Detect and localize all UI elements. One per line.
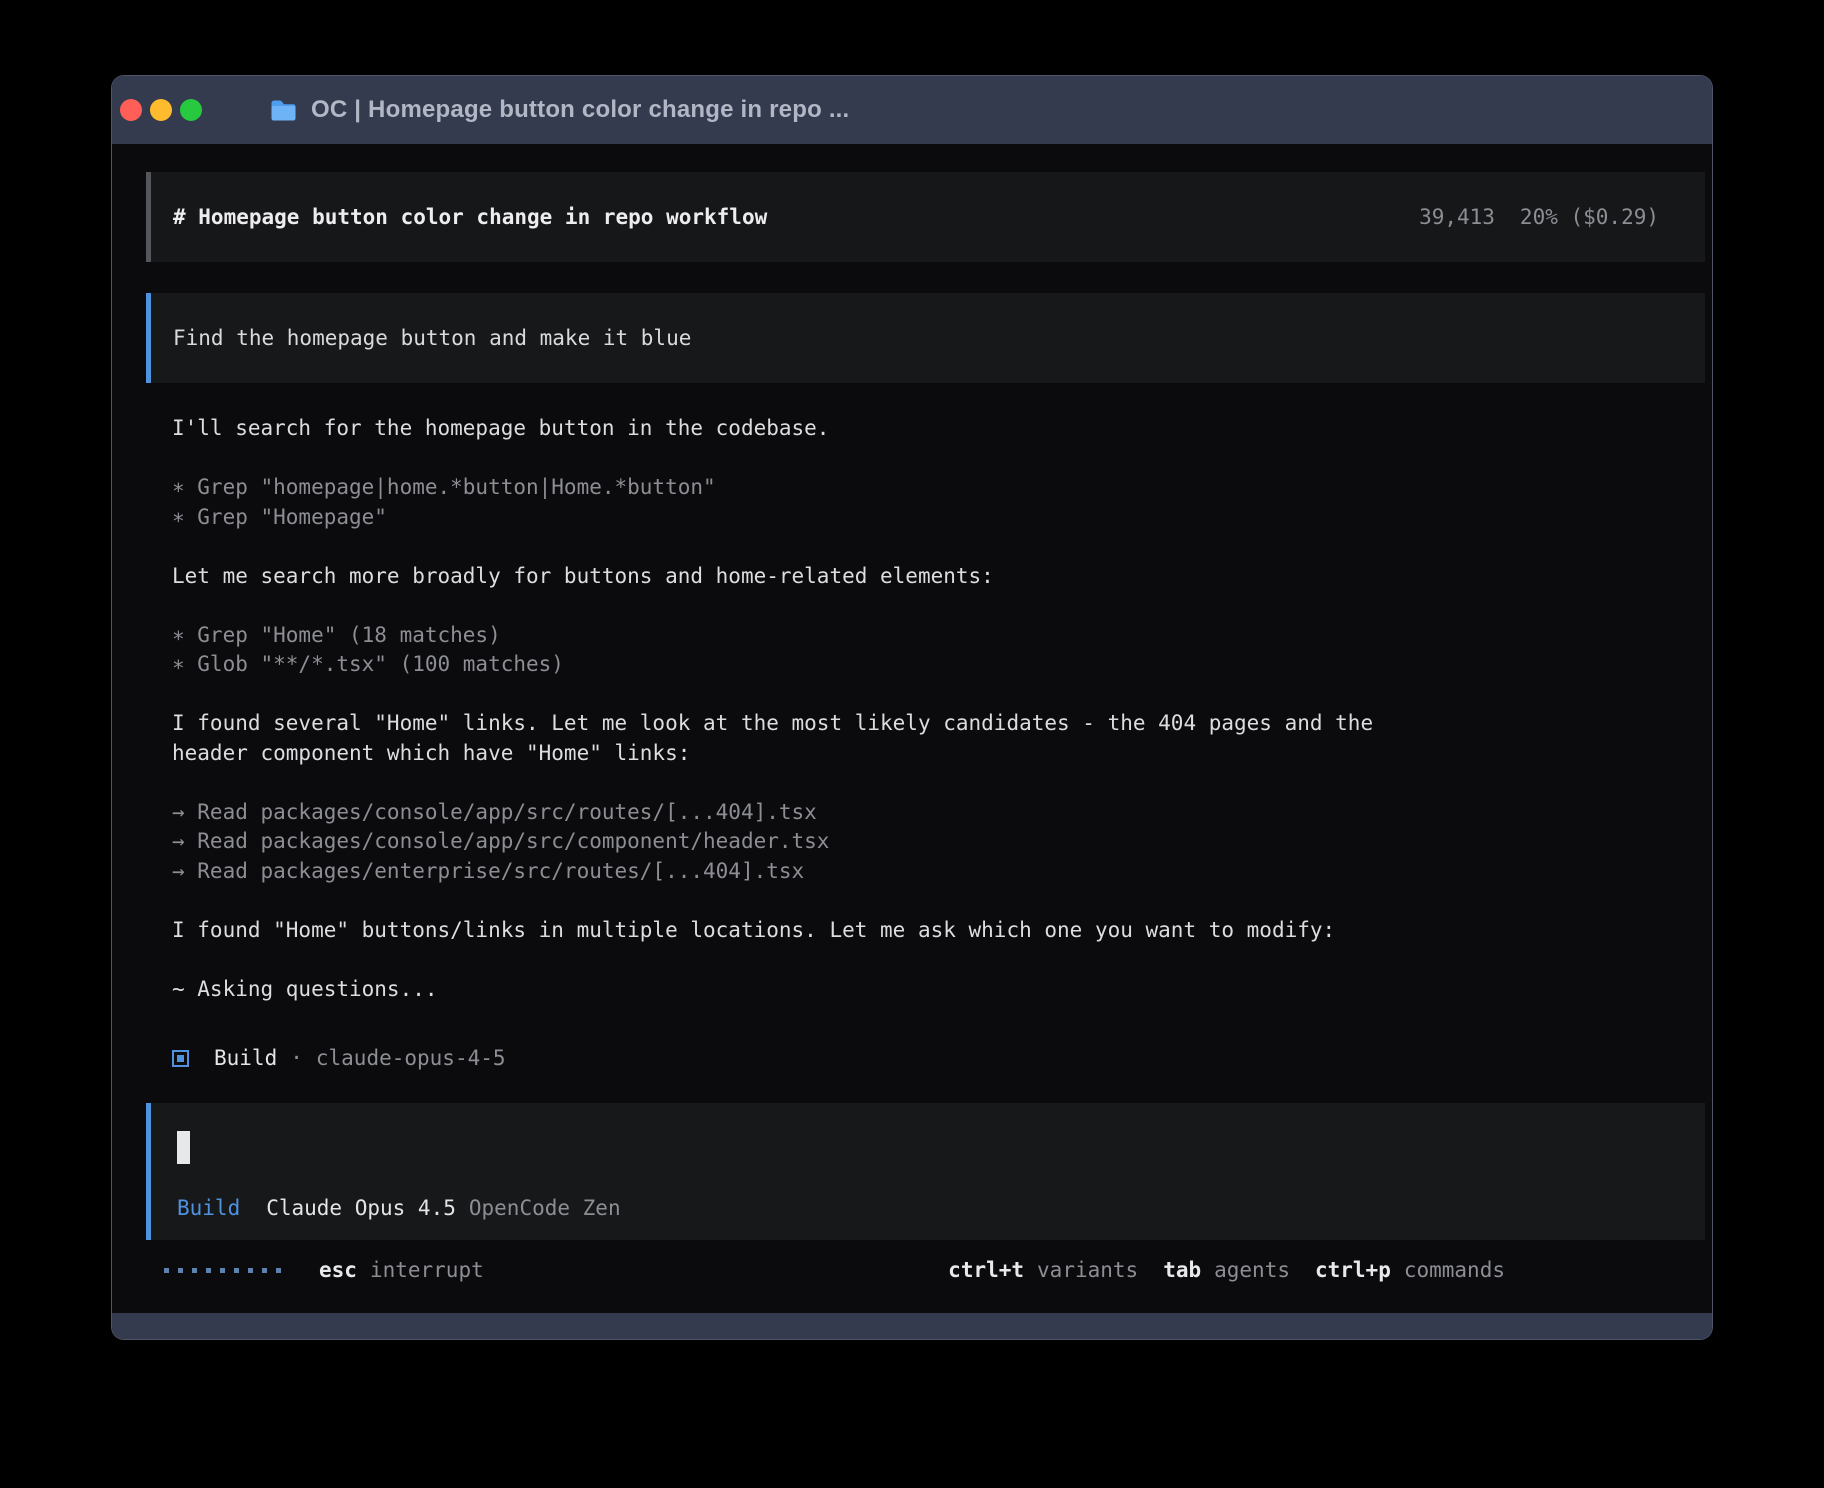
context-usage: 20% ($0.29) (1520, 205, 1659, 229)
agent-status-line: Build · claude-opus-4-5 (172, 1043, 506, 1073)
keybind-hint[interactable]: ctrl+p commands (1315, 1258, 1505, 1282)
spinner-dot (248, 1268, 253, 1273)
keybind-hint[interactable]: ctrl+t variants (948, 1258, 1138, 1282)
hint-key: ctrl+t (948, 1258, 1024, 1282)
session-title: # Homepage button color change in repo w… (173, 205, 767, 229)
hint-key: tab (1163, 1258, 1201, 1282)
input-provider-label: OpenCode Zen (469, 1196, 621, 1220)
build-agent-icon (172, 1050, 189, 1067)
spinner-dot (276, 1268, 281, 1273)
spinner-dots (164, 1268, 281, 1273)
spinner-dot (192, 1268, 197, 1273)
blank-line (172, 886, 1672, 916)
hint-label: commands (1404, 1258, 1505, 1282)
conversation-line: I'll search for the homepage button in t… (172, 414, 1672, 444)
conversation-line: → Read packages/console/app/src/routes/[… (172, 798, 1672, 828)
conversation-line: I found "Home" buttons/links in multiple… (172, 916, 1672, 946)
agent-name: Build (214, 1046, 277, 1070)
spinner-dot (206, 1268, 211, 1273)
window-titlebar[interactable]: OC | Homepage button color change in rep… (112, 76, 1712, 144)
desktop-background: OC | Homepage button color change in rep… (0, 0, 1824, 1488)
spinner-dot (234, 1268, 239, 1273)
blank-line (172, 768, 1672, 798)
folder-icon (270, 99, 297, 122)
hint-label: variants (1037, 1258, 1138, 1282)
conversation-line: ∗ Glob "**/*.tsx" (100 matches) (172, 650, 1672, 680)
blank-line (172, 591, 1672, 621)
conversation-line: Let me search more broadly for buttons a… (172, 562, 1672, 592)
conversation-line: ∗ Grep "Homepage" (172, 503, 1672, 533)
spinner-dot (178, 1268, 183, 1273)
esc-key-hint[interactable]: esc (319, 1258, 357, 1282)
zoom-window-button[interactable] (180, 99, 202, 121)
keybind-hint[interactable]: tab agents (1163, 1258, 1290, 1282)
token-count: 39,413 (1419, 205, 1495, 229)
spinner-dot (220, 1268, 225, 1273)
hint-key: ctrl+p (1315, 1258, 1391, 1282)
user-message: Find the homepage button and make it blu… (146, 293, 1705, 383)
user-message-text: Find the homepage button and make it blu… (173, 326, 691, 350)
blank-line (172, 532, 1672, 562)
session-stats: 39,413 20% ($0.29) (1419, 205, 1659, 229)
conversation-line: header component which have "Home" links… (172, 739, 1672, 769)
hint-label: agents (1214, 1258, 1290, 1282)
input-mode-label[interactable]: Build (177, 1196, 240, 1220)
conversation-line: ~ Asking questions... (172, 975, 1672, 1005)
spinner-dot (262, 1268, 267, 1273)
status-bar: esc interrupt ctrl+tvariantstabagentsctr… (164, 1255, 1505, 1285)
blank-line (172, 444, 1672, 474)
window-bottom-bar (112, 1313, 1712, 1339)
session-header: # Homepage button color change in repo w… (146, 172, 1705, 262)
conversation-line: → Read packages/console/app/src/componen… (172, 827, 1672, 857)
conversation-line: ∗ Grep "homepage|home.*button|Home.*butt… (172, 473, 1672, 503)
status-bar-left: esc interrupt (164, 1258, 484, 1282)
close-window-button[interactable] (120, 99, 142, 121)
text-cursor (177, 1131, 190, 1164)
traffic-lights (120, 99, 202, 121)
input-model-label[interactable]: Claude Opus 4.5 (266, 1196, 456, 1220)
prompt-input[interactable]: Build Claude Opus 4.5 OpenCode Zen (146, 1103, 1705, 1240)
input-meta: Build Claude Opus 4.5 OpenCode Zen (177, 1196, 621, 1220)
conversation-line: I found several "Home" links. Let me loo… (172, 709, 1672, 739)
conversation: I'll search for the homepage button in t… (172, 414, 1672, 1004)
agent-model: claude-opus-4-5 (316, 1046, 506, 1070)
minimize-window-button[interactable] (150, 99, 172, 121)
window-title: OC | Homepage button color change in rep… (311, 96, 849, 124)
terminal-content: # Homepage button color change in repo w… (112, 144, 1712, 1313)
spinner-dot (164, 1268, 169, 1273)
conversation-line: → Read packages/enterprise/src/routes/[.… (172, 857, 1672, 887)
status-bar-right: ctrl+t variants tab agents ctrl+p commands (948, 1258, 1505, 1282)
blank-line (172, 680, 1672, 710)
agent-separator: · (290, 1046, 303, 1070)
conversation-line: ∗ Grep "Home" (18 matches) (172, 621, 1672, 651)
blank-line (172, 945, 1672, 975)
terminal-window: OC | Homepage button color change in rep… (112, 76, 1712, 1339)
esc-key-label: interrupt (370, 1258, 484, 1282)
